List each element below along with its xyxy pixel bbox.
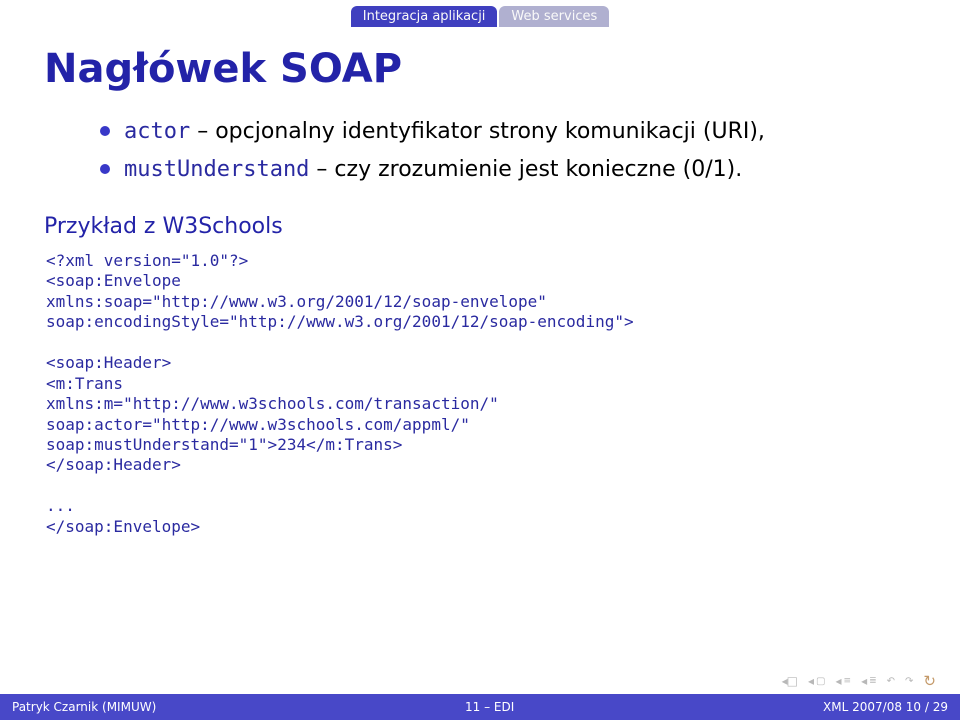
example-heading: Przykład z W3Schools	[44, 214, 916, 239]
bullet-icon	[100, 126, 110, 136]
nav-refresh-icon[interactable]: ↻	[923, 672, 936, 690]
nav-forward-icon[interactable]: ↷	[905, 676, 913, 687]
list-item: mustUnderstand – czy zrozumienie jest ko…	[100, 154, 916, 186]
nav-next-icon[interactable]: ◂≣	[861, 674, 877, 688]
footer-bar: Patryk Czarnik (MIMUW) 11 – EDI XML 2007…	[0, 694, 960, 720]
nav-back-icon[interactable]: ↶	[887, 676, 895, 687]
nav-first-icon[interactable]: ◂□	[782, 674, 798, 688]
code-term: mustUnderstand	[124, 157, 309, 182]
tab-active: Integracja aplikacji	[351, 6, 498, 27]
bullet-text: – czy zrozumienie jest konieczne (0/1).	[309, 157, 742, 182]
code-block: <?xml version="1.0"?> <soap:Envelope xml…	[46, 251, 916, 538]
footer-author: Patryk Czarnik (MIMUW)	[12, 700, 156, 714]
bullet-list: actor – opcjonalny identyfikator strony …	[100, 116, 916, 186]
nav-up-icon[interactable]: ◂≡	[835, 674, 851, 688]
tab-bar: Integracja aplikacji Web services	[0, 6, 960, 27]
bullet-text: – opcjonalny identyfikator strony komuni…	[190, 119, 765, 144]
footer-page: XML 2007/08 10 / 29	[823, 700, 948, 714]
tab-inactive: Web services	[499, 6, 609, 27]
nav-icons: ◂□ ◂▢ ◂≡ ◂≣ ↶ ↷ ↻	[782, 672, 936, 690]
list-item: actor – opcjonalny identyfikator strony …	[100, 116, 916, 148]
footer-title: 11 – EDI	[156, 700, 823, 714]
nav-prev-icon[interactable]: ◂▢	[808, 674, 825, 688]
bullet-icon	[100, 164, 110, 174]
page-title: Nagłówek SOAP	[44, 46, 916, 92]
slide-content: Nagłówek SOAP actor – opcjonalny identyf…	[44, 46, 916, 674]
code-term: actor	[124, 119, 190, 144]
